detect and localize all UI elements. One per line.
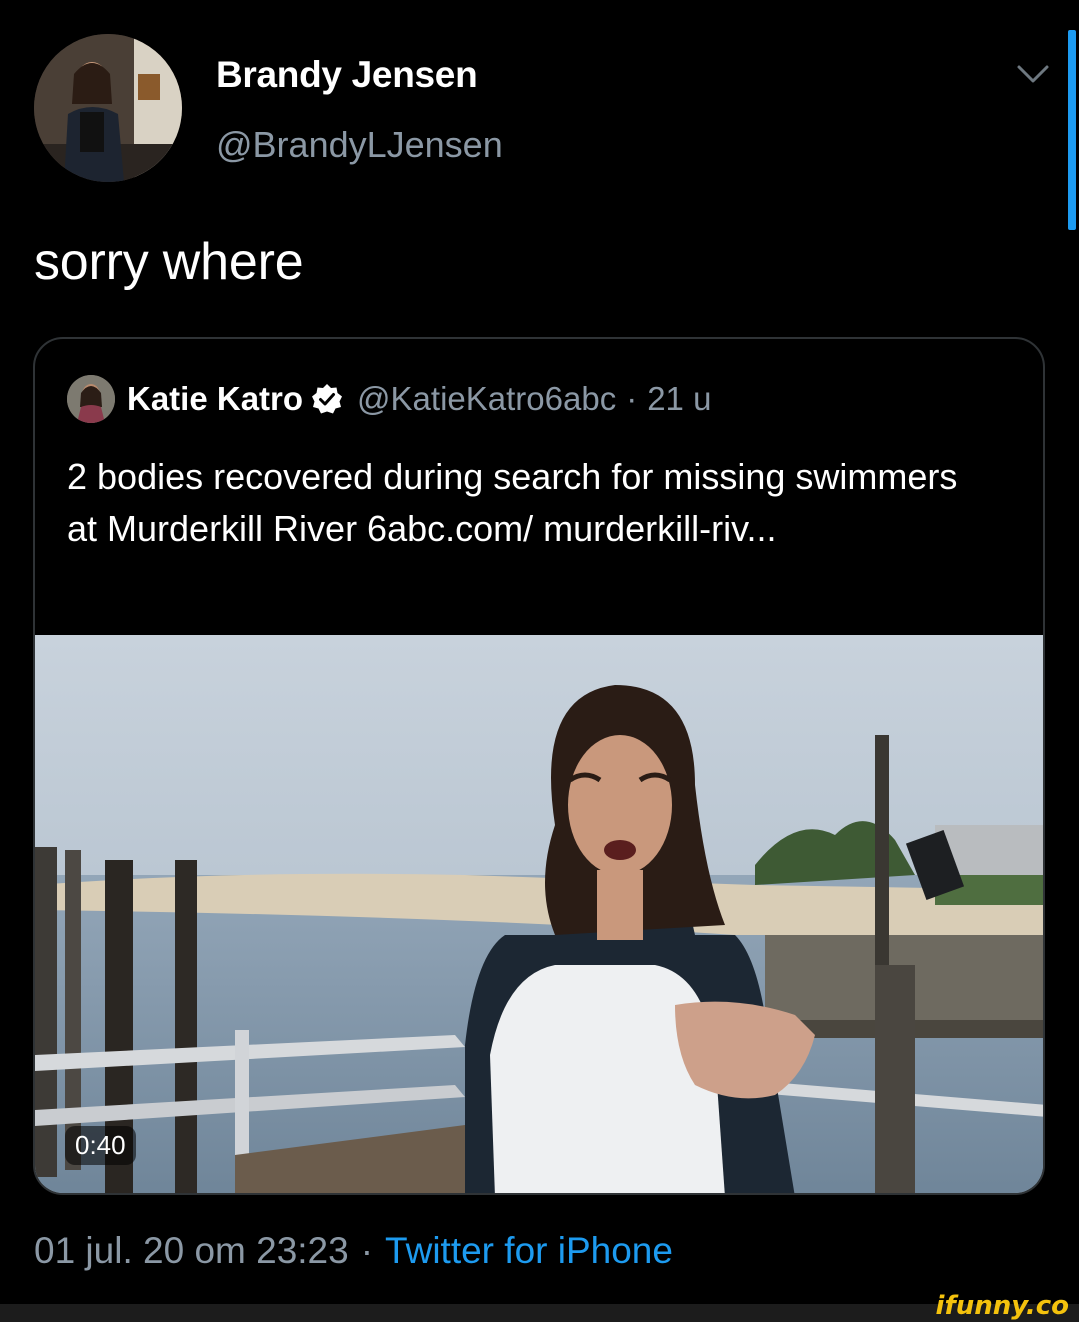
video-duration: 0:40 bbox=[65, 1126, 136, 1165]
video-thumbnail bbox=[35, 635, 1043, 1193]
tweet-date[interactable]: 01 jul. 20 om 23:23 bbox=[34, 1230, 349, 1271]
author-handle[interactable]: @BrandyLJensen bbox=[216, 124, 503, 166]
quoted-tweet-time[interactable]: 21 u bbox=[647, 380, 711, 418]
author-name[interactable]: Brandy Jensen bbox=[216, 54, 478, 96]
tweet-footer: 01 jul. 20 om 23:23 · Twitter for iPhone bbox=[34, 1230, 673, 1272]
quoted-tweet-text: 2 bodies recovered during search for mis… bbox=[67, 456, 958, 549]
video-player[interactable]: 0:40 bbox=[35, 635, 1043, 1193]
verified-badge-icon bbox=[312, 384, 343, 414]
author-avatar[interactable] bbox=[34, 34, 182, 182]
quoted-author-handle[interactable]: @KatieKatro6abc bbox=[357, 380, 616, 418]
separator-dot: · bbox=[360, 1230, 374, 1271]
quoted-author-avatar[interactable] bbox=[67, 375, 115, 423]
quoted-tweet-header: Katie Katro @KatieKatro6abc · 21 u bbox=[67, 375, 711, 423]
tweet-source-link[interactable]: Twitter for iPhone bbox=[385, 1230, 673, 1271]
quoted-tweet[interactable]: Katie Katro @KatieKatro6abc · 21 u 2 bod… bbox=[33, 337, 1045, 1195]
scrollbar[interactable] bbox=[1068, 30, 1076, 230]
watermark-bar bbox=[0, 1304, 1079, 1322]
chevron-down-icon[interactable] bbox=[1016, 62, 1050, 86]
tweet-text: sorry where bbox=[34, 233, 304, 291]
ifunny-watermark: ifunny.co bbox=[935, 1291, 1069, 1321]
separator-dot: · bbox=[626, 380, 638, 417]
quoted-author-name[interactable]: Katie Katro bbox=[127, 380, 303, 418]
